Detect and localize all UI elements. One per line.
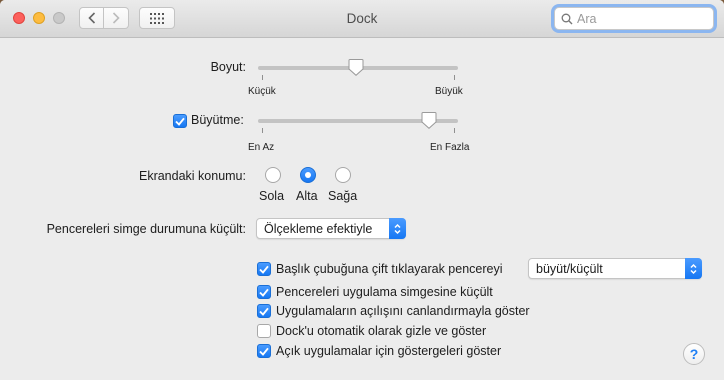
- magnification-slider-tick: [454, 128, 455, 133]
- double-click-label: Başlık çubuğuna çift tıklayarak pencerey…: [276, 262, 503, 276]
- position-right-radio[interactable]: [335, 167, 351, 183]
- magnification-checkbox[interactable]: [173, 114, 187, 128]
- search-icon: [561, 13, 573, 24]
- checkmark-icon: [259, 347, 269, 356]
- dock-preferences-window: Dock Boyut: Küçük Büyük Büyütme: En Az E…: [0, 0, 724, 380]
- magnification-slider-knob[interactable]: [421, 112, 437, 129]
- help-button[interactable]: ?: [683, 343, 705, 365]
- size-max-label: Büyük: [435, 86, 463, 97]
- size-min-label: Küçük: [248, 86, 276, 97]
- checkmark-icon: [259, 288, 269, 297]
- minimize-effect-popup[interactable]: Ölçekleme efektiyle: [256, 218, 406, 239]
- up-down-chevron-icon: [394, 223, 401, 234]
- position-right-label: Sağa: [328, 189, 358, 203]
- popup-arrow: [389, 218, 406, 239]
- magnification-slider-tick: [262, 128, 263, 133]
- position-left-label: Sola: [259, 189, 285, 203]
- minimize-effect-label: Pencereleri simge durumuna küçült:: [46, 222, 246, 236]
- size-slider-tick: [262, 75, 263, 80]
- position-bottom-label: Alta: [296, 189, 318, 203]
- checkmark-icon: [259, 265, 269, 274]
- animate-opening-checkbox[interactable]: [257, 304, 271, 318]
- position-label: Ekrandaki konumu:: [138, 169, 246, 183]
- indicators-checkbox[interactable]: [257, 344, 271, 358]
- magnification-label: Büyütme:: [191, 113, 244, 127]
- minimize-effect-value: Ölçekleme efektiyle: [264, 221, 373, 236]
- autohide-checkbox[interactable]: [257, 324, 271, 338]
- size-slider-tick: [454, 75, 455, 80]
- checkmark-icon: [259, 307, 269, 316]
- search-field[interactable]: [554, 7, 714, 30]
- animate-opening-label: Uygulamaların açılışını canlandırmayla g…: [276, 304, 530, 318]
- up-down-chevron-icon: [690, 263, 697, 274]
- size-slider-knob[interactable]: [348, 59, 364, 76]
- double-click-action-popup[interactable]: büyüt/küçült: [528, 258, 702, 279]
- popup-arrow: [685, 258, 702, 279]
- minimize-into-icon-checkbox[interactable]: [257, 285, 271, 299]
- magnification-max-label: En Fazla: [430, 142, 470, 153]
- indicators-label: Açık uygulamalar için göstergeleri göste…: [276, 344, 502, 358]
- search-input[interactable]: [577, 11, 707, 26]
- double-click-checkbox[interactable]: [257, 262, 271, 276]
- minimize-into-icon-label: Pencereleri uygulama simgesine küçült: [276, 285, 493, 299]
- magnification-min-label: En Az: [248, 142, 275, 153]
- double-click-action-value: büyüt/küçült: [536, 261, 603, 276]
- checkmark-icon: [175, 117, 185, 126]
- autohide-label: Dock'u otomatik olarak gizle ve göster: [276, 324, 487, 338]
- size-label: Boyut:: [210, 60, 246, 74]
- position-left-radio[interactable]: [265, 167, 281, 183]
- position-bottom-radio[interactable]: [300, 167, 316, 183]
- title-bar: Dock: [0, 0, 724, 38]
